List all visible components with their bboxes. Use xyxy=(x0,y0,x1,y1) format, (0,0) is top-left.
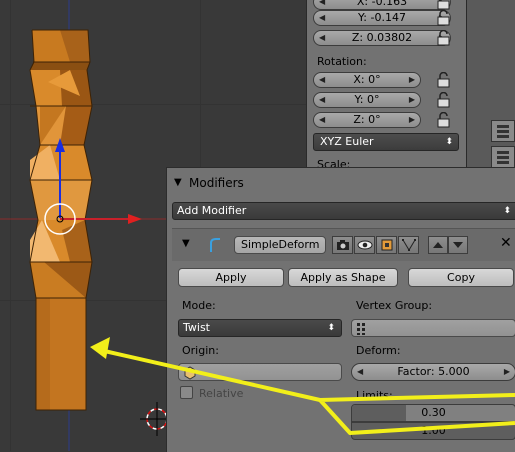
location-z-field[interactable]: ◀Z: 0.03802▶ xyxy=(313,30,451,46)
rotation-z-value: Z: 0° xyxy=(353,113,381,126)
origin-field[interactable] xyxy=(178,363,342,381)
limit-upper-value: 1.00 xyxy=(421,424,446,437)
vertex-group-label: Vertex Group: xyxy=(356,299,433,312)
modifiers-header[interactable]: ▼ Modifiers xyxy=(167,168,515,198)
location-z-value: Z: 0.03802 xyxy=(351,31,413,44)
factor-value: Factor: 5.000 xyxy=(397,365,470,378)
viewport-toggle[interactable] xyxy=(354,236,375,254)
layers-icon xyxy=(497,125,509,138)
add-modifier-label: Add Modifier xyxy=(177,204,247,217)
render-toggle[interactable] xyxy=(332,236,353,254)
apply-button[interactable]: Apply xyxy=(178,268,284,287)
simple-deform-icon xyxy=(210,238,220,252)
updown-arrows-icon: ⬍ xyxy=(503,206,511,216)
location-y-value: Y: -0.147 xyxy=(358,11,406,24)
mode-value: Twist xyxy=(183,321,210,334)
limit-lower-slider[interactable]: 0.30 xyxy=(351,404,515,422)
mode-dropdown[interactable]: Twist ⬍ xyxy=(178,319,342,337)
relative-checkbox[interactable] xyxy=(180,386,193,399)
add-modifier-dropdown[interactable]: Add Modifier ⬍ xyxy=(172,202,515,220)
render-layers-tab[interactable] xyxy=(491,120,515,142)
scene-tab[interactable] xyxy=(491,146,515,168)
edit-mode-icon xyxy=(381,239,393,251)
rotation-label: Rotation: xyxy=(317,55,367,68)
rotation-x-value: X: 0° xyxy=(353,73,381,86)
location-x-field[interactable]: ◀X: -0.163▶ xyxy=(313,0,451,10)
arrow-up-icon xyxy=(433,242,443,248)
vertex-triangle-icon xyxy=(402,239,416,251)
modifier-name-field[interactable]: SimpleDeform xyxy=(234,236,326,254)
rotation-z-field[interactable]: ◀ Z: 0° ▶ xyxy=(313,112,421,128)
vertex-group-field[interactable] xyxy=(351,319,515,337)
updown-arrows-icon: ⬍ xyxy=(327,323,335,333)
lock-icon[interactable] xyxy=(435,29,453,48)
lock-icon[interactable] xyxy=(435,91,453,110)
location-x-value: X: -0.163 xyxy=(356,0,408,8)
lock-icon[interactable] xyxy=(435,71,453,90)
properties-strip xyxy=(466,0,515,170)
modifiers-title: Modifiers xyxy=(189,176,244,190)
rotation-mode-dropdown[interactable]: XYZ Euler ⬍ xyxy=(313,133,459,151)
arrow-down-icon xyxy=(453,242,463,248)
list-icon xyxy=(497,151,509,164)
limits-label: Limits: xyxy=(356,389,393,402)
lock-icon[interactable] xyxy=(435,9,453,28)
rotation-y-field[interactable]: ◀ Y: 0° ▶ xyxy=(313,92,421,108)
rotation-y-value: Y: 0° xyxy=(354,93,380,106)
camera-icon xyxy=(337,240,349,250)
close-icon[interactable]: ✕ xyxy=(500,235,512,251)
expand-triangle-icon[interactable]: ▼ xyxy=(182,238,190,249)
modifiers-panel: ▼ Modifiers Add Modifier ⬍ ▼ SimpleDefor… xyxy=(166,167,515,452)
copy-button[interactable]: Copy xyxy=(408,268,514,287)
eye-icon xyxy=(357,240,373,250)
rotation-mode-value: XYZ Euler xyxy=(320,135,374,148)
relative-label: Relative xyxy=(199,387,244,400)
factor-field[interactable]: ◀ Factor: 5.000 ▶ xyxy=(351,363,515,381)
limit-lower-value: 0.30 xyxy=(421,406,446,419)
editmode-toggle[interactable] xyxy=(376,236,397,254)
modifier-name-value: SimpleDeform xyxy=(241,238,320,251)
apply-as-shape-button[interactable]: Apply as Shape xyxy=(288,268,398,287)
rotation-x-field[interactable]: ◀ X: 0° ▶ xyxy=(313,72,421,88)
origin-label: Origin: xyxy=(182,344,219,357)
updown-arrows-icon: ⬍ xyxy=(445,137,453,147)
mode-label: Mode: xyxy=(182,299,216,312)
limit-upper-slider[interactable]: 1.00 xyxy=(351,422,515,440)
cage-toggle[interactable] xyxy=(398,236,419,254)
modifier-header-row: ▼ SimpleDeform ✕ xyxy=(172,228,515,261)
vertex-group-icon xyxy=(357,323,365,335)
deform-label: Deform: xyxy=(356,344,401,357)
object-icon xyxy=(184,366,196,380)
lock-icon[interactable] xyxy=(435,111,453,130)
move-down-button[interactable] xyxy=(448,236,468,254)
location-y-field[interactable]: ◀Y: -0.147▶ xyxy=(313,10,451,26)
collapse-triangle-icon: ▼ xyxy=(174,177,182,188)
move-up-button[interactable] xyxy=(428,236,448,254)
